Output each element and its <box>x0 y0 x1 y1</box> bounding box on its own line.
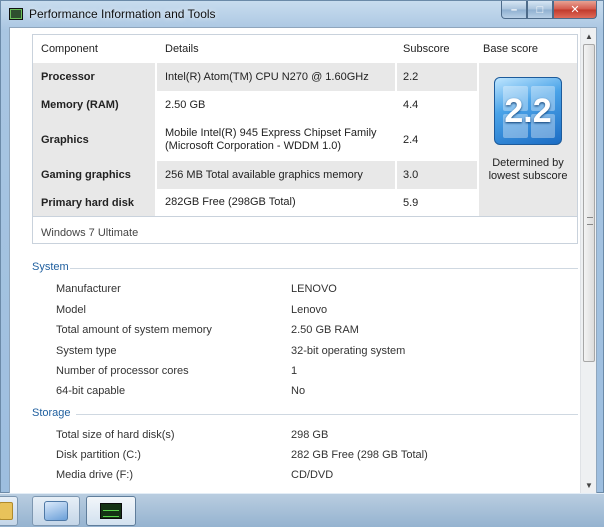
property-label: Total size of hard disk(s) <box>56 429 175 441</box>
component-subscore: 5.9 <box>397 189 477 216</box>
header-base-score: Base score <box>483 43 539 55</box>
vertical-scrollbar[interactable]: ▲ ▼ <box>580 28 596 493</box>
component-subscore: 3.0 <box>397 161 477 189</box>
window-controls: – □ ✕ <box>501 1 597 19</box>
performance-monitor-icon <box>100 503 122 519</box>
base-score-note: Determined by lowest subscore <box>479 157 577 183</box>
property-label: Media drive (F:) <box>56 469 134 481</box>
taskbar <box>0 493 604 527</box>
component-name: Primary hard disk <box>33 189 155 216</box>
window-title: Performance Information and Tools <box>29 7 216 21</box>
details-line: Mobile Intel(R) 945 Express Chipset Fami… <box>165 127 377 139</box>
property-value: 1 <box>291 365 298 377</box>
property-label: System type <box>56 345 117 357</box>
property-label: 64-bit capable <box>56 385 126 397</box>
property-label: Disk partition (C:) <box>56 449 141 461</box>
divider <box>33 216 577 217</box>
close-icon: ✕ <box>570 4 580 16</box>
table-row: Gaming graphics 256 MB Total available g… <box>33 161 477 189</box>
property-label: Total amount of system memory <box>56 324 212 336</box>
base-score-note-line: lowest subscore <box>488 170 568 182</box>
chevron-down-icon: ▼ <box>585 480 593 490</box>
divider <box>70 268 578 269</box>
property-label: Number of processor cores <box>56 365 189 377</box>
scroll-thumb[interactable] <box>583 44 595 362</box>
taskbar-item-control-panel[interactable] <box>32 496 80 526</box>
maximize-button[interactable]: □ <box>527 1 553 19</box>
property-label: Manufacturer <box>56 283 121 295</box>
component-subscore: 2.2 <box>397 63 477 91</box>
property-value: Lenovo <box>291 304 328 316</box>
table-row: Graphics Mobile Intel(R) 945 Express Chi… <box>33 119 477 161</box>
control-panel-icon <box>44 501 68 521</box>
header-subscore: Subscore <box>403 43 450 55</box>
table-row: Primary hard disk 282GB Free (298GB Tota… <box>33 189 477 216</box>
property-value: 282 GB Free (298 GB Total) <box>291 449 428 461</box>
performance-window: Performance Information and Tools – □ ✕ … <box>0 0 604 494</box>
taskbar-item-windows-explorer[interactable] <box>0 496 18 526</box>
property-value: 298 GB <box>291 429 329 441</box>
storage-heading: Storage <box>32 407 71 419</box>
component-subscore: 2.4 <box>397 119 477 161</box>
title-bar[interactable]: Performance Information and Tools – □ ✕ <box>1 1 603 27</box>
content-pane: Component Details Subscore Base score Pr… <box>9 27 597 494</box>
minimize-button[interactable]: – <box>501 1 527 19</box>
score-table: Component Details Subscore Base score Pr… <box>32 34 578 244</box>
details-line: (Microsoft Corporation - WDDM 1.0) <box>165 140 342 152</box>
base-score-badge[interactable]: 2.2 <box>494 77 562 145</box>
maximize-icon: □ <box>536 3 544 16</box>
property-value: 32-bit operating system <box>291 345 406 357</box>
table-row: Processor Intel(R) Atom(TM) CPU N270 @ 1… <box>33 63 477 91</box>
property-value: LENOVO <box>291 283 337 295</box>
property-label: Model <box>56 304 86 316</box>
folder-icon <box>0 502 13 520</box>
scroll-down-button[interactable]: ▼ <box>581 477 596 493</box>
header-component: Component <box>41 43 98 55</box>
chevron-up-icon: ▲ <box>585 31 593 41</box>
base-score-value: 2.2 <box>504 91 552 130</box>
component-subscore: 4.4 <box>397 91 477 119</box>
component-name: Graphics <box>33 119 155 161</box>
component-details: 2.50 GB <box>157 91 395 119</box>
property-value: CD/DVD <box>291 469 334 481</box>
component-details: 256 MB Total available graphics memory <box>157 161 395 189</box>
base-score-note-line: Determined by <box>492 157 564 169</box>
os-edition: Windows 7 Ultimate <box>41 227 139 239</box>
system-heading: System <box>32 261 69 273</box>
property-value: 2.50 GB RAM <box>291 324 359 336</box>
header-details: Details <box>165 43 199 55</box>
component-name: Gaming graphics <box>33 161 155 189</box>
component-name: Memory (RAM) <box>33 91 155 119</box>
component-name: Processor <box>33 63 155 91</box>
base-score-panel: 2.2 Determined by lowest subscore <box>479 63 577 216</box>
scroll-up-button[interactable]: ▲ <box>581 28 596 44</box>
taskbar-item-performance-information[interactable] <box>86 496 136 526</box>
grip-icon <box>587 217 593 225</box>
component-details: Intel(R) Atom(TM) CPU N270 @ 1.60GHz <box>157 63 395 91</box>
divider <box>76 414 578 415</box>
close-button[interactable]: ✕ <box>553 1 597 19</box>
property-value: No <box>291 385 306 397</box>
component-details: Mobile Intel(R) 945 Express Chipset Fami… <box>157 119 395 161</box>
component-details: 282GB Free (298GB Total) <box>157 189 395 216</box>
performance-app-icon <box>9 8 23 20</box>
table-row: Memory (RAM) 2.50 GB 4.4 <box>33 91 477 119</box>
minimize-icon: – <box>510 3 518 16</box>
